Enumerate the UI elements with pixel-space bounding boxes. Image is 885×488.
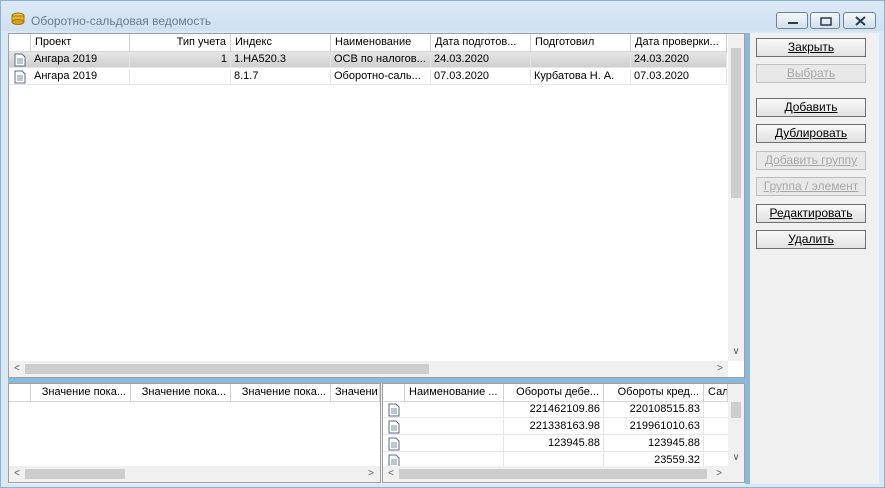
add-group-button[interactable]: Добавить группу: [756, 151, 866, 170]
scroll-down-arrow-icon[interactable]: ∨: [730, 346, 742, 358]
restore-button[interactable]: [810, 12, 840, 29]
restore-icon: [820, 17, 832, 26]
edit-button[interactable]: Редактировать: [756, 204, 866, 223]
column-header-project[interactable]: Проект: [31, 34, 130, 52]
group-element-button[interactable]: Группа / элемент: [756, 177, 866, 196]
cell-name: [405, 402, 504, 418]
scroll-right-arrow-icon[interactable]: >: [714, 363, 726, 375]
add-button[interactable]: Добавить: [756, 98, 866, 117]
cell-prepared-by: Курбатова Н. А.: [531, 69, 631, 85]
scroll-thumb[interactable]: [25, 364, 429, 374]
turnover-vertical-scrollbar[interactable]: ∨: [728, 384, 744, 466]
minimize-button[interactable]: [776, 12, 808, 29]
indicator-values-header: Значение пока... Значение пока... Значен…: [9, 384, 380, 402]
column-header-value-4[interactable]: Значени: [331, 384, 380, 402]
icon-column-header[interactable]: [9, 384, 31, 402]
scroll-down-arrow-icon[interactable]: ∨: [730, 452, 742, 464]
select-button[interactable]: Выбрать: [756, 64, 866, 83]
indicator-horizontal-scrollbar[interactable]: < >: [9, 466, 380, 482]
cell-debit: 221338163.98: [504, 419, 604, 435]
cell-type: 1: [130, 52, 231, 68]
cell-credit: 123945.88: [604, 436, 704, 452]
vertical-splitter[interactable]: [745, 33, 750, 484]
turnover-table: Наименование ... Обороты дебе... Обороты…: [382, 383, 745, 483]
cell-name: Оборотно-саль...: [331, 69, 431, 85]
main-horizontal-scrollbar[interactable]: < >: [9, 361, 728, 377]
cell-check-date: 07.03.2020: [631, 69, 727, 85]
scroll-thumb[interactable]: [731, 48, 741, 198]
cell-prepared-by: [531, 52, 631, 68]
scroll-left-arrow-icon[interactable]: <: [385, 468, 397, 480]
table-row[interactable]: 221462109.86 220108515.83: [383, 402, 728, 418]
cell-credit: 219961010.63: [604, 419, 704, 435]
close-button[interactable]: [843, 12, 876, 29]
document-icon: [388, 403, 400, 417]
table-row[interactable]: 221338163.98 219961010.63: [383, 419, 728, 435]
title-bar[interactable]: Оборотно-сальдовая ведомость: [1, 1, 884, 31]
icon-column-header[interactable]: [383, 384, 405, 402]
turnover-horizontal-scrollbar[interactable]: < >: [383, 466, 744, 482]
main-table: Проект Тип учета Индекс Наименование Дат…: [8, 33, 745, 378]
cell-debit: 221462109.86: [504, 402, 604, 418]
column-header-type[interactable]: Тип учета: [130, 34, 231, 52]
client-area: Проект Тип учета Индекс Наименование Дат…: [8, 33, 879, 484]
column-header-index[interactable]: Индекс: [231, 34, 331, 52]
scroll-thumb[interactable]: [25, 469, 125, 479]
cell-prep-date: 07.03.2020: [431, 69, 531, 85]
column-header-name[interactable]: Наименование: [331, 34, 431, 52]
document-icon: [14, 70, 26, 84]
scroll-thumb[interactable]: [399, 469, 707, 479]
app-window: Оборотно-сальдовая ведомость Проект Тип …: [0, 0, 885, 488]
cell-project: Ангара 2019: [31, 69, 130, 85]
column-header-credit[interactable]: Обороты кред...: [604, 384, 704, 402]
column-header-value-2[interactable]: Значение пока...: [131, 384, 231, 402]
turnover-header: Наименование ... Обороты дебе... Обороты…: [383, 384, 728, 402]
table-row[interactable]: Ангара 2019 1 1.НА520.3 ОСВ по налогов..…: [9, 52, 727, 68]
delete-button[interactable]: Удалить: [756, 230, 866, 249]
cell-type: [130, 69, 231, 85]
column-header-name[interactable]: Наименование ...: [405, 384, 504, 402]
cell-project: Ангара 2019: [31, 52, 130, 68]
column-header-value-1[interactable]: Значение пока...: [31, 384, 131, 402]
scroll-thumb[interactable]: [731, 402, 741, 418]
column-header-prepared-by[interactable]: Подготовил: [531, 34, 631, 52]
duplicate-button[interactable]: Дублировать: [756, 124, 866, 143]
cell-name: [405, 436, 504, 452]
table-row[interactable]: 123945.88 123945.88: [383, 436, 728, 452]
indicator-values-table: Значение пока... Значение пока... Значен…: [8, 383, 381, 483]
document-icon: [388, 420, 400, 434]
cell-index: 1.НА520.3: [231, 52, 331, 68]
cell-name: [405, 419, 504, 435]
cell-debit: 123945.88: [504, 436, 604, 452]
column-header-debit[interactable]: Обороты дебе...: [504, 384, 604, 402]
column-header-balance[interactable]: Сал: [704, 384, 728, 402]
main-table-header: Проект Тип учета Индекс Наименование Дат…: [9, 34, 727, 52]
column-header-value-3[interactable]: Значение пока...: [231, 384, 331, 402]
column-header-check-date[interactable]: Дата проверки...: [631, 34, 727, 52]
scroll-right-arrow-icon[interactable]: >: [713, 468, 725, 480]
cell-index: 8.1.7: [231, 69, 331, 85]
cell-check-date: 24.03.2020: [631, 52, 727, 68]
scroll-left-arrow-icon[interactable]: <: [11, 363, 23, 375]
scroll-right-arrow-icon[interactable]: >: [365, 468, 377, 480]
close-form-button[interactable]: Закрыть: [756, 38, 866, 57]
app-icon: [11, 12, 25, 25]
icon-column-header[interactable]: [9, 34, 31, 52]
column-header-prep-date[interactable]: Дата подготов...: [431, 34, 531, 52]
cell-name: ОСВ по налогов...: [331, 52, 431, 68]
document-icon: [14, 53, 26, 67]
document-icon: [388, 437, 400, 451]
window-title: Оборотно-сальдовая ведомость: [31, 14, 212, 28]
cell-credit: 220108515.83: [604, 402, 704, 418]
cell-prep-date: 24.03.2020: [431, 52, 531, 68]
main-vertical-scrollbar[interactable]: ∨: [728, 34, 744, 361]
close-icon: [855, 16, 866, 26]
minimize-icon: [788, 22, 798, 24]
table-row[interactable]: Ангара 2019 8.1.7 Оборотно-саль... 07.03…: [9, 69, 727, 85]
scroll-left-arrow-icon[interactable]: <: [11, 468, 23, 480]
